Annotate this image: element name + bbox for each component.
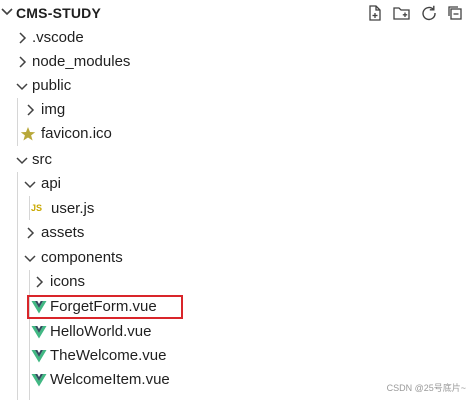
tree-item-label: api (41, 175, 62, 192)
refresh-icon (422, 5, 436, 21)
project-title[interactable]: CMS-STUDY (16, 5, 101, 21)
scrollbar[interactable] (468, 26, 474, 400)
tree-item-public[interactable]: public (0, 74, 474, 98)
tree-item-hello-world[interactable]: HelloWorld.vue (0, 320, 474, 344)
tree-item-label: assets (41, 224, 85, 241)
tree-item-the-welcome[interactable]: TheWelcome.vue (0, 344, 474, 368)
vue-file-icon (31, 350, 47, 363)
tree-item-user-js[interactable]: JS user.js (0, 197, 474, 221)
tree-item-node-modules[interactable]: node_modules (0, 50, 474, 74)
vue-file-icon (31, 326, 47, 339)
tree-item-icons[interactable]: icons (0, 270, 474, 294)
chevron-right-icon (19, 32, 27, 44)
tree-item-label: node_modules (32, 53, 131, 70)
tree-item-label: icons (50, 273, 86, 290)
tree-item-label: favicon.ico (41, 125, 112, 142)
collapse-all-icon (448, 6, 462, 20)
tree-item-label: src (32, 151, 52, 168)
new-file-icon (369, 5, 381, 21)
refresh-button[interactable] (418, 2, 440, 24)
tree-item-vscode[interactable]: .vscode (0, 26, 474, 50)
tree-item-label: public (32, 77, 72, 94)
chevron-down-icon (16, 157, 28, 165)
tree-item-label: img (41, 101, 66, 118)
chevron-right-icon (36, 276, 44, 288)
chevron-right-icon (27, 227, 35, 239)
new-folder-icon (393, 7, 410, 20)
explorer-header[interactable]: CMS-STUDY (0, 0, 474, 26)
tree-item-label: user.js (51, 200, 95, 217)
file-explorer: CMS-STUDY .vscode node_modules public im… (0, 0, 474, 400)
tree-item-img[interactable]: img (0, 98, 474, 122)
tree-item-src[interactable]: src (0, 148, 474, 172)
tree-item-label: WelcomeItem.vue (50, 371, 170, 388)
js-file-icon: JS (31, 203, 43, 213)
chevron-right-icon (19, 56, 27, 68)
chevron-down-icon[interactable] (0, 3, 14, 21)
collapse-all-button[interactable] (444, 2, 466, 24)
tree-item-label: .vscode (32, 29, 84, 46)
star-icon (20, 127, 36, 141)
vue-file-icon (31, 374, 47, 387)
chevron-right-icon (27, 104, 35, 116)
highlight-box (27, 295, 183, 319)
tree-item-label: HelloWorld.vue (50, 323, 152, 340)
tree-item-label: components (41, 249, 123, 266)
watermark: CSDN @25号底片~ (386, 383, 466, 393)
tree-item-components[interactable]: components (0, 246, 474, 270)
new-file-button[interactable] (364, 2, 386, 24)
tree-item-api[interactable]: api (0, 172, 474, 196)
tree-item-assets[interactable]: assets (0, 221, 474, 245)
chevron-down-icon (16, 83, 28, 91)
chevron-down-icon (24, 181, 36, 189)
tree-item-label: TheWelcome.vue (50, 347, 167, 364)
new-folder-button[interactable] (391, 2, 413, 24)
tree-item-favicon[interactable]: favicon.ico (0, 122, 474, 146)
chevron-down-icon (24, 255, 36, 263)
